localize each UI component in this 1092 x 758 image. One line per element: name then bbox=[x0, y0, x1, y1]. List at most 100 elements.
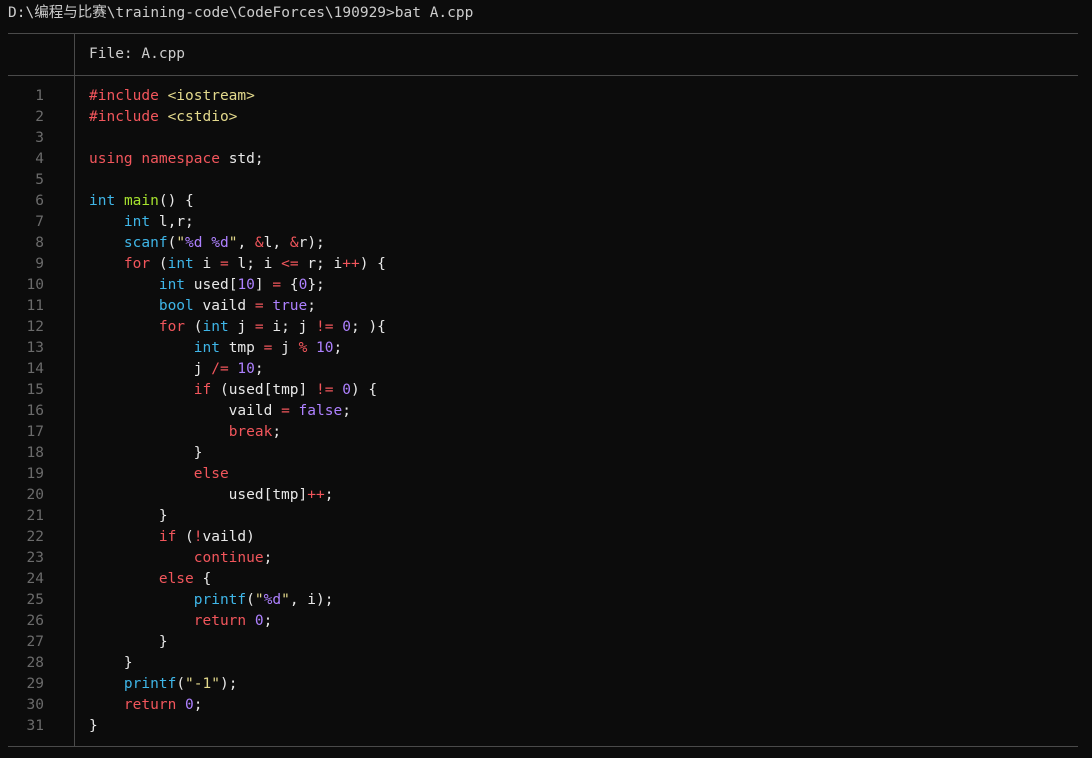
code-token: if bbox=[158, 529, 177, 545]
code-line: 29 printf("-1"); bbox=[0, 674, 1092, 695]
code-line: 30 return 0; bbox=[0, 695, 1092, 716]
code-line: 7 int l,r; bbox=[0, 212, 1092, 233]
code-text: int l,r; bbox=[89, 212, 194, 233]
line-number: 31 bbox=[26, 718, 44, 734]
code-token: = bbox=[254, 319, 264, 335]
code-token: ( bbox=[176, 529, 194, 545]
code-token: 10 bbox=[316, 340, 334, 356]
code-text: int used[10] = {0}; bbox=[89, 275, 325, 296]
code-token: int bbox=[167, 256, 194, 272]
code-text: j /= 10; bbox=[89, 359, 264, 380]
code-token: } bbox=[89, 718, 98, 734]
line-number: 10 bbox=[26, 277, 44, 293]
code-line: 14 j /= 10; bbox=[0, 359, 1092, 380]
code-token: } bbox=[89, 508, 168, 524]
code-text: } bbox=[89, 506, 168, 527]
code-token: { bbox=[281, 277, 299, 293]
code-token: #include bbox=[89, 109, 159, 125]
code-token: continue bbox=[193, 550, 264, 566]
code-text: continue; bbox=[89, 548, 273, 569]
code-line: 16 vaild = false; bbox=[0, 401, 1092, 422]
line-number: 19 bbox=[26, 466, 44, 482]
line-number: 13 bbox=[26, 340, 44, 356]
code-token: %d bbox=[263, 592, 282, 608]
code-text: return 0; bbox=[89, 611, 273, 632]
code-token: std; bbox=[219, 151, 264, 167]
code-token: 10 bbox=[237, 277, 255, 293]
line-number: 5 bbox=[35, 172, 44, 188]
code-text: for (int j = i; j != 0; ){ bbox=[89, 317, 386, 338]
line-number: 25 bbox=[26, 592, 44, 608]
line-number: 21 bbox=[26, 508, 44, 524]
code-token: } bbox=[89, 655, 133, 671]
code-token: %d bbox=[211, 235, 229, 251]
code-token: vaild) bbox=[202, 529, 255, 545]
line-number: 15 bbox=[26, 382, 44, 398]
code-token: & bbox=[254, 235, 264, 251]
footer-rule bbox=[8, 746, 1078, 747]
code-token: ( bbox=[150, 256, 168, 272]
code-text: else { bbox=[89, 569, 211, 590]
code-token: != bbox=[316, 319, 334, 335]
code-token: return bbox=[123, 697, 177, 713]
code-text: scanf("%d %d", &l, &r); bbox=[89, 233, 325, 254]
code-line: 3 bbox=[0, 128, 1092, 149]
code-line: 18 } bbox=[0, 443, 1092, 464]
code-text: return 0; bbox=[89, 695, 203, 716]
code-token: (used[tmp] bbox=[211, 382, 316, 398]
code-token: int bbox=[123, 214, 151, 230]
code-line: 9 for (int i = l; i <= r; i++) { bbox=[0, 254, 1092, 275]
code-token: , i); bbox=[289, 592, 334, 608]
code-token: namespace bbox=[141, 151, 220, 167]
code-token: %d bbox=[185, 235, 203, 251]
code-token: () { bbox=[158, 193, 194, 209]
line-number: 17 bbox=[26, 424, 44, 440]
code-token: % bbox=[298, 340, 308, 356]
code-line: 15 if (used[tmp] != 0) { bbox=[0, 380, 1092, 401]
header-top-rule bbox=[8, 33, 1078, 34]
code-line: 12 for (int j = i; j != 0; ){ bbox=[0, 317, 1092, 338]
code-token: " bbox=[281, 592, 290, 608]
code-token: l; i bbox=[228, 256, 282, 272]
code-token: ; bbox=[263, 613, 273, 629]
code-line: 11 bool vaild = true; bbox=[0, 296, 1092, 317]
code-text: #include <cstdio> bbox=[89, 107, 237, 128]
terminal-prompt: D:\编程与比赛\training-code\CodeForces\190929… bbox=[8, 5, 474, 21]
code-token: used[ bbox=[185, 277, 238, 293]
code-token: "-1" bbox=[185, 676, 220, 692]
code-token: true bbox=[272, 298, 308, 314]
code-token: return bbox=[193, 613, 247, 629]
code-token: bool bbox=[158, 298, 194, 314]
code-text: } bbox=[89, 716, 98, 737]
code-token: printf bbox=[123, 676, 177, 692]
code-text: else bbox=[89, 464, 229, 485]
code-token: j bbox=[89, 361, 212, 377]
code-line: 22 if (!vaild) bbox=[0, 527, 1092, 548]
line-number: 2 bbox=[35, 109, 44, 125]
line-number: 6 bbox=[35, 193, 44, 209]
code-token: ) { bbox=[350, 382, 378, 398]
code-token: break bbox=[228, 424, 273, 440]
code-text: if (!vaild) bbox=[89, 527, 255, 548]
code-line: 8 scanf("%d %d", &l, &r); bbox=[0, 233, 1092, 254]
code-token: j bbox=[272, 340, 299, 356]
line-number: 30 bbox=[26, 697, 44, 713]
header-bottom-rule bbox=[8, 75, 1078, 76]
code-token: vaild bbox=[193, 298, 255, 314]
code-text: vaild = false; bbox=[89, 401, 351, 422]
code-token: r; i bbox=[298, 256, 343, 272]
